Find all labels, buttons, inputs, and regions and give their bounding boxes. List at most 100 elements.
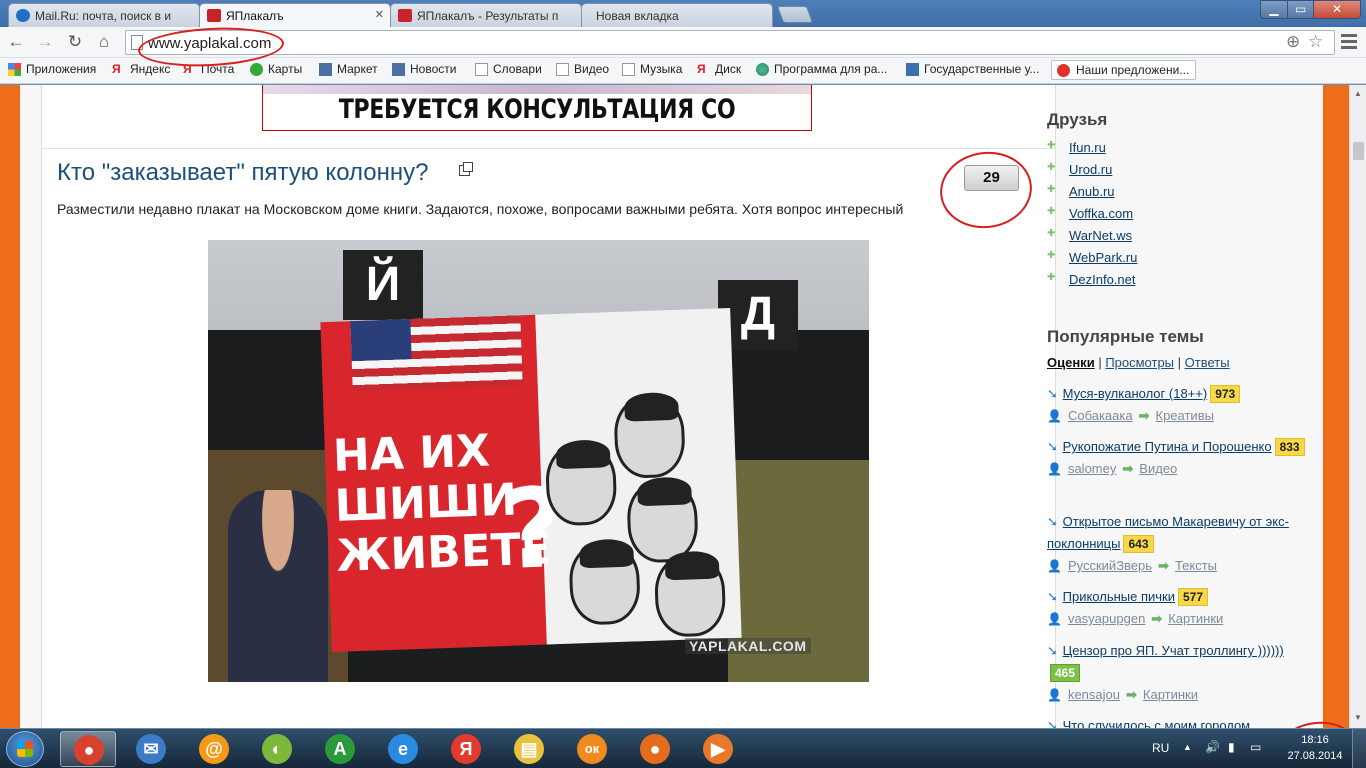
taskbar-app-chrome[interactable]: ● [60, 731, 116, 767]
friend-link[interactable]: WebPark.ru [1047, 250, 1137, 265]
bookmark-gosuslugi[interactable]: Государственные у... [906, 62, 1039, 76]
bookmark-market[interactable]: Маркет [319, 62, 378, 76]
popular-item-title[interactable]: Прикольные пички [1063, 589, 1175, 604]
author-link[interactable]: РусскийЗверь [1068, 558, 1152, 573]
taskbar-app-yandex-browser[interactable]: Я [438, 731, 494, 767]
friend-link[interactable]: DezInfo.net [1047, 272, 1136, 287]
sign-letter-left: Й [343, 250, 423, 320]
start-button[interactable] [6, 731, 44, 767]
minimize-button[interactable]: ▁ [1260, 0, 1288, 19]
bookmark-yandex[interactable]: Я Яндекс [112, 62, 170, 76]
friend-link-text[interactable]: Voffka.com [1069, 206, 1133, 221]
category-link[interactable]: Картинки [1168, 611, 1223, 626]
new-tab-button[interactable] [776, 6, 814, 23]
author-link[interactable]: vasyapupgen [1068, 611, 1145, 626]
maximize-button[interactable]: ▭ [1287, 0, 1314, 19]
open-new-window-icon[interactable] [459, 162, 473, 176]
friend-link[interactable]: Anub.ru [1047, 184, 1115, 199]
home-button[interactable]: ⌂ [93, 32, 115, 54]
url-text[interactable]: www.yaplakal.com [148, 35, 271, 52]
show-desktop-button[interactable] [1352, 729, 1366, 768]
page-body: ТРЕБУЕТСЯ КОНСУЛЬТАЦИЯ СО СПЕЦИАЛИСТОМ К… [20, 85, 1323, 728]
reload-button[interactable]: ↻ [64, 32, 86, 54]
popular-item-title[interactable]: Рукопожатие Путина и Порошенко [1063, 439, 1272, 454]
yandex-icon: Я [112, 62, 121, 76]
friend-link-text[interactable]: DezInfo.net [1069, 272, 1136, 287]
chrome-menu-button[interactable] [1339, 32, 1359, 52]
taskbar-app-font-app[interactable]: A [312, 731, 368, 767]
clock[interactable]: 18:16 27.08.2014 [1285, 732, 1345, 764]
ad-banner[interactable]: ТРЕБУЕТСЯ КОНСУЛЬТАЦИЯ СО СПЕЦИАЛИСТОМ [262, 85, 812, 131]
friend-link-text[interactable]: Ifun.ru [1069, 140, 1106, 155]
popular-item: ➘ Рукопожатие Путина и Порошенко 833 👤 sal… [1047, 436, 1307, 480]
bookmark-pochta[interactable]: Я Почта [183, 62, 234, 76]
tray-expand-icon[interactable]: ▲ [1183, 742, 1192, 752]
volume-icon[interactable]: 🔊 [1205, 740, 1220, 754]
taskbar-app-firefox[interactable]: ● [627, 731, 683, 767]
popular-item-title[interactable]: Открытое письмо Макаревичу от экс-поклон… [1047, 514, 1289, 551]
tab-label: ЯПлакалъ [226, 9, 284, 23]
bookmark-disk[interactable]: Я Диск [697, 62, 741, 76]
bookmark-slovari[interactable]: Словари [475, 62, 542, 76]
tab-yaplakal-results[interactable]: ЯПлакалъ - Результаты п [390, 3, 582, 27]
friend-link[interactable]: WarNet.ws [1047, 228, 1132, 243]
taskbar-app-file-explorer[interactable]: ▤ [501, 731, 557, 767]
category-link[interactable]: Тексты [1175, 558, 1217, 573]
friend-link[interactable]: Ifun.ru [1047, 140, 1106, 155]
windows-taskbar: ● ✉ @ ◐ Ae Я ▤ ок ● ▶ RU ▲ 🔊 ▮ ▭ 18:16 27.08.2014 [0, 728, 1366, 768]
network-icon[interactable]: ▮ [1228, 740, 1235, 754]
language-indicator[interactable]: RU [1152, 741, 1169, 755]
close-icon[interactable]: ✕ [375, 8, 384, 21]
taskbar-app-mailru-agent[interactable]: @ [186, 731, 242, 767]
bookmark-label: Государственные у... [924, 62, 1040, 76]
bookmark-apps[interactable]: Приложения [8, 62, 96, 76]
post-title[interactable]: Кто "заказывает" пятую колонну? [57, 159, 429, 187]
popular-item-title[interactable]: Муся-вулканолог (18++) [1063, 386, 1208, 401]
bookmark-karty[interactable]: Карты [250, 62, 302, 76]
friend-link[interactable]: Urod.ru [1047, 162, 1112, 177]
category-link[interactable]: Видео [1139, 461, 1177, 476]
category-link[interactable]: Креативы [1156, 408, 1214, 423]
bookmark-video[interactable]: Видео [556, 62, 609, 76]
popular-item-title[interactable]: Цензор про ЯП. Учат троллингу )))))) [1063, 643, 1284, 658]
popular-item: ➘ Прикольные пички 577 👤 vasyapupgen ➡ Карти… [1047, 586, 1307, 630]
comment-count-button[interactable]: 29 [964, 165, 1019, 191]
scroll-down-icon[interactable]: ▼ [1354, 713, 1362, 722]
post-image[interactable]: Й Д НА ИХ ШИШИ ЖИВЕТЕ ? YAPLAKAL.COM [208, 240, 869, 682]
star-icon[interactable]: ☆ [1308, 32, 1323, 52]
taskbar-app-odnoklassniki[interactable]: ок [564, 731, 620, 767]
friend-link-text[interactable]: Urod.ru [1069, 162, 1112, 177]
taskbar-app-disk-app[interactable]: ◐ [249, 731, 305, 767]
address-bar[interactable]: www.yaplakal.com ⊕ ☆ [125, 30, 1335, 55]
tab-views[interactable]: Просмотры [1105, 355, 1174, 370]
tab-ratings[interactable]: Оценки [1047, 355, 1095, 370]
bookmark-novosti[interactable]: Новости [392, 62, 456, 76]
tab-mailru[interactable]: Mail.Ru: почта, поиск в и [8, 3, 200, 27]
battery-icon[interactable]: ▭ [1250, 740, 1261, 754]
bookmark-offers[interactable]: Наши предложени... [1051, 60, 1197, 80]
bookmark-programma[interactable]: Программа для ра... [756, 62, 887, 76]
tab-new[interactable]: Новая вкладка [581, 3, 773, 27]
back-button[interactable]: ← [5, 32, 27, 54]
friend-link-text[interactable]: WebPark.ru [1069, 250, 1137, 265]
scroll-up-icon[interactable]: ▲ [1354, 89, 1362, 98]
taskbar-app-media-player[interactable]: ▶ [690, 731, 746, 767]
close-window-button[interactable]: ✕ [1313, 0, 1361, 19]
author-link[interactable]: salomey [1068, 461, 1116, 476]
author-link[interactable]: kensajou [1068, 687, 1120, 702]
taskbar-app-mail[interactable]: ✉ [123, 731, 179, 767]
popular-item-title[interactable]: Что случилось с моим городом [1063, 718, 1250, 728]
zoom-icon[interactable]: ⊕ [1286, 32, 1300, 52]
scroll-thumb[interactable] [1353, 142, 1364, 160]
friend-link-text[interactable]: Anub.ru [1069, 184, 1115, 199]
category-link[interactable]: Картинки [1143, 687, 1198, 702]
tab-yaplakal[interactable]: ЯПлакалъ ✕ [199, 3, 391, 27]
author-link[interactable]: Собакаака [1068, 408, 1133, 423]
page-scrollbar[interactable]: ▲ ▼ [1349, 85, 1366, 728]
taskbar-app-internet-explorer[interactable]: e [375, 731, 431, 767]
forward-button[interactable]: → [34, 32, 56, 54]
friend-link-text[interactable]: WarNet.ws [1069, 228, 1132, 243]
tab-replies[interactable]: Ответы [1185, 355, 1230, 370]
friend-link[interactable]: Voffka.com [1047, 206, 1133, 221]
bookmark-muzyka[interactable]: Музыка [622, 62, 682, 76]
